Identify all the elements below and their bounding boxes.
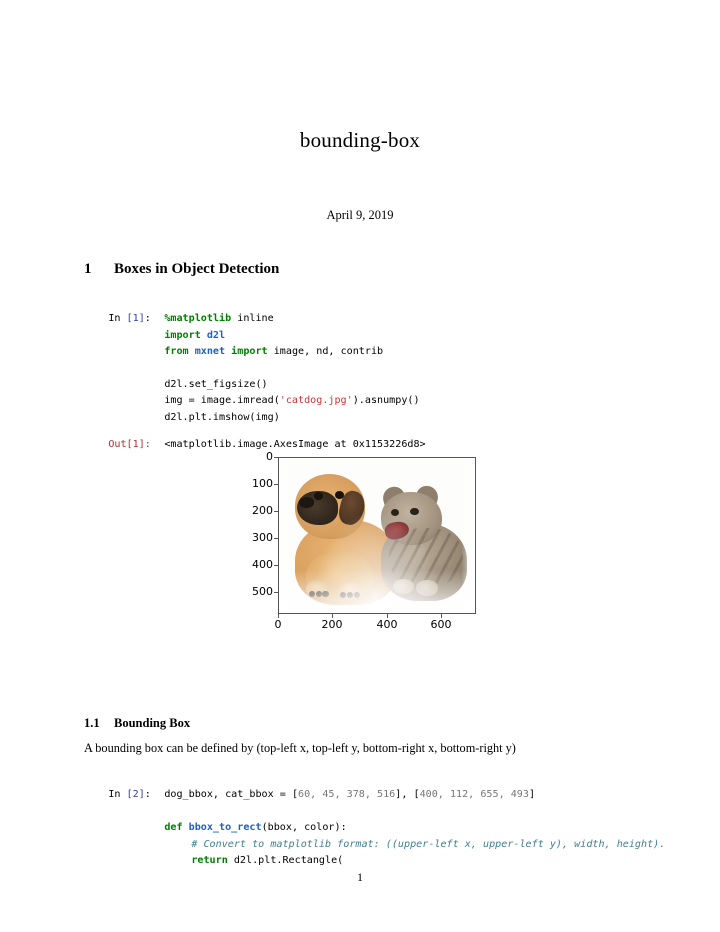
from-keyword: from [164,346,189,358]
section-number-1-1: 1.1 [84,716,100,730]
cell-source-2: dog_bbox, cat_bbox = [60, 45, 378, 516],… [164,789,666,867]
section-number-1: 1 [84,261,92,277]
x-tick-label: 0 [274,618,282,631]
y-tick-label: 100 [252,477,273,490]
matplotlib-figure: 0 100 200 300 400 500 0 200 400 600 [232,450,484,640]
cell-prompt-in-2: In [2]: [108,789,151,801]
section-title-1-1: Bounding Box [114,716,191,730]
section-heading-1-1: 1.1 Bounding Box [84,716,190,731]
cell-source-1: %matplotlib inline import d2l from mxnet… [164,313,420,423]
section-heading-1: 1 Boxes in Object Detection [84,261,279,278]
magic-token: %matplotlib [164,313,232,325]
catdog-photo [279,458,475,613]
dog-bbox-values: 60, 45, 378, 516 [298,789,396,801]
y-tick-label: 200 [252,504,273,517]
x-tick-label: 200 [321,618,343,631]
y-tick-label: 300 [252,531,273,544]
axes-image-area [278,457,476,614]
x-tick-label: 600 [430,618,452,631]
return-keyword: return [191,855,228,867]
cell-prompt-in-1: In [1]: [108,313,151,325]
document-date: April 9, 2019 [326,208,394,222]
bbox-assignment-names: dog_bbox, cat_bbox = [164,789,292,801]
cell-prompt-out-1: Out[1]: [108,439,151,451]
setfigsize-line: d2l.set_figsize() [164,379,268,391]
page-title: bounding-box [299,128,421,152]
page-number: 1 [357,870,363,884]
notebook-cell-in-2: In [2]: dog_bbox, cat_bbox = [60, 45, 378… [84,771,665,886]
document-page: bounding-box April 9, 2019 1 Boxes in Obj… [0,0,720,932]
section-title-1: Boxes in Object Detection [114,261,280,277]
photo-white-background-fade [279,458,475,613]
image-filename-string: 'catdog.jpg' [279,395,353,407]
y-tick-label: 500 [252,585,273,598]
bounding-box-description: A bounding box can be defined by (top-le… [84,741,516,755]
y-tick-label: 400 [252,558,273,571]
import-keyword: import [164,329,201,341]
code-comment: # Convert to matplotlib format: ((upper-… [191,838,666,850]
x-tick-label: 400 [376,618,398,631]
function-name-bbox-to-rect: bbox_to_rect [182,822,262,834]
def-keyword: def [164,822,183,834]
cat-bbox-values: 400, 112, 655, 493 [419,789,529,801]
y-tick-label: 0 [266,450,273,463]
